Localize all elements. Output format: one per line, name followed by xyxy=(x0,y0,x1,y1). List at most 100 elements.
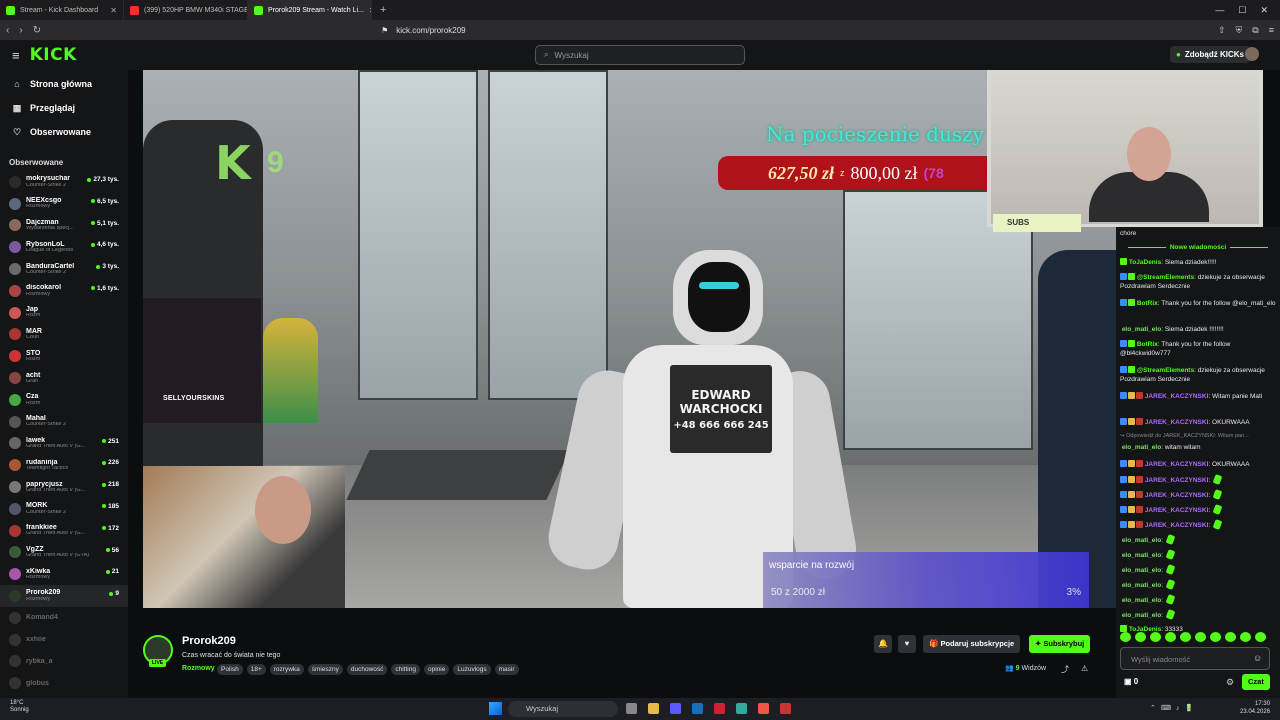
app-icon[interactable] xyxy=(736,703,747,714)
sidebar-channel[interactable]: rudaninja Teamfight Tactics 226 xyxy=(0,454,128,476)
report-icon[interactable]: ⚠ xyxy=(1081,664,1088,673)
chat-username[interactable]: elo_mati_elo xyxy=(1122,612,1161,619)
sidebar-channel[interactable]: xKiwka Rozmowy 21 xyxy=(0,563,128,585)
sidebar-nav-item[interactable]: ⌂ Strona główna xyxy=(0,72,128,96)
sidebar-channel[interactable]: mokrysuchar Counter-Strike 2 27,3 tys. xyxy=(0,171,128,193)
brave-icon[interactable] xyxy=(758,703,769,714)
sidebar-channel[interactable]: Komand4 xyxy=(0,607,128,629)
taskbar-search[interactable]: Wyszukaj xyxy=(508,701,618,717)
chat-username[interactable]: JAREK_KACZYNSKI xyxy=(1145,477,1209,484)
sidebar-channel[interactable]: Dajczman Wydarzenia specj... 5,1 tys. xyxy=(0,215,128,237)
sidebar-channel[interactable]: MORK Counter-Strike 2 185 xyxy=(0,498,128,520)
extensions-icon[interactable]: ⧉ xyxy=(1252,25,1258,36)
sidebar-channel[interactable]: xxhiie xyxy=(0,629,128,651)
stream-tag[interactable]: masir xyxy=(494,664,519,675)
chat-username[interactable]: BotRix xyxy=(1137,300,1158,307)
steam-icon[interactable] xyxy=(692,703,703,714)
file-explorer-icon[interactable] xyxy=(648,703,659,714)
emote-icon[interactable] xyxy=(1195,632,1206,642)
minimize-icon[interactable]: — xyxy=(1215,5,1224,16)
share-icon[interactable]: ⤴ xyxy=(1061,664,1069,675)
sidebar-nav-item[interactable]: ♡ Obserwowane xyxy=(0,120,128,144)
task-view-icon[interactable] xyxy=(626,703,637,714)
emoji-icon[interactable]: ☺ xyxy=(1253,653,1262,663)
forward-icon[interactable]: › xyxy=(19,25,22,36)
chat-username[interactable]: BotRix xyxy=(1137,341,1158,348)
menu-icon[interactable]: ≡ xyxy=(1269,25,1274,36)
windows-start-icon[interactable] xyxy=(489,702,502,715)
close-icon[interactable]: ✕ xyxy=(1260,5,1268,16)
sidebar-channel[interactable]: MAR Coun xyxy=(0,324,128,346)
gear-icon[interactable]: ⚙ xyxy=(1226,677,1234,688)
follow-button[interactable]: ♥ xyxy=(898,635,916,653)
get-kicks-button[interactable]: ● Zdobądź KICKs xyxy=(1170,46,1250,63)
sidebar-channel[interactable]: lawek Grand Theft Auto V (G... 251 xyxy=(0,433,128,455)
clock[interactable]: 17:30 23.04.2026 xyxy=(1240,701,1270,717)
emote-icon[interactable] xyxy=(1255,632,1266,642)
chat-username[interactable]: elo_mati_elo xyxy=(1122,567,1161,574)
sidebar-channel[interactable]: STO Rozm xyxy=(0,345,128,367)
app-icon[interactable] xyxy=(670,703,681,714)
chat-username[interactable]: JAREK_KACZYNSKI xyxy=(1145,461,1209,468)
sidebar-channel[interactable]: paprycjusz Grand Theft Auto V (G... 218 xyxy=(0,476,128,498)
category-link[interactable]: Rozmowy xyxy=(182,665,215,672)
browser-tab[interactable]: Stream - Kick Dashboard ✕ xyxy=(0,0,124,20)
chat-username[interactable]: JAREK_KACZYNSKI xyxy=(1145,419,1209,426)
chat-username[interactable]: ToJaDenis xyxy=(1129,259,1161,266)
chat-send-button[interactable]: Czat xyxy=(1242,674,1270,690)
sidebar-channel[interactable]: RybsonLoL League of Legends 4,6 tys. xyxy=(0,236,128,258)
video-player[interactable]: EDWARD WARCHOCKI +48 666 666 245 K 9 Na … xyxy=(143,70,1116,608)
chat-username[interactable]: JAREK_KACZYNSKI xyxy=(1145,393,1209,400)
browser-tab[interactable]: Prorok209 Stream - Watch Li... ✕ xyxy=(248,0,372,20)
sidebar-channel[interactable]: VgZZ Grand Theft Auto V (GTA) 56 xyxy=(0,542,128,564)
tab-close-icon[interactable]: ✕ xyxy=(110,6,117,15)
chat-username[interactable]: elo_mati_elo xyxy=(1122,537,1161,544)
reload-icon[interactable]: ↻ xyxy=(33,25,41,36)
stream-tag[interactable]: duchowość xyxy=(346,664,388,675)
app-icon[interactable] xyxy=(780,703,791,714)
back-icon[interactable]: ‹ xyxy=(6,25,9,36)
sidebar-channel[interactable]: NEEXcsgo Rozmowy 6,5 tys. xyxy=(0,193,128,215)
chat-username[interactable]: elo_mati_elo xyxy=(1122,326,1161,333)
sidebar-channel[interactable]: frankkiee Grand Theft Auto V (G... 172 xyxy=(0,520,128,542)
chat-username[interactable]: JAREK_KACZYNSKI xyxy=(1145,492,1209,499)
sidebar-channel[interactable]: discokarol Rozmowy 1,6 tys. xyxy=(0,280,128,302)
emote-icon[interactable] xyxy=(1120,632,1131,642)
emote-icon[interactable] xyxy=(1150,632,1161,642)
browser-tab[interactable]: (399) 520HP BMW M340i STAGE 2 // ✕ xyxy=(124,0,248,20)
emote-icon[interactable] xyxy=(1135,632,1146,642)
chat-username[interactable]: elo_mati_elo xyxy=(1122,582,1161,589)
bookmark-icon[interactable]: ⚑ xyxy=(381,26,388,35)
new-messages-divider[interactable]: Nowe wiadomości xyxy=(1120,244,1276,251)
sidebar-channel[interactable]: Mahal Counter-Strike 2 xyxy=(0,411,128,433)
sidebar-channel[interactable]: BanduraCartel Counter-Strike 2 3 tys. xyxy=(0,258,128,280)
sidebar-channel[interactable]: rybka_a xyxy=(0,651,128,673)
maximize-icon[interactable]: ☐ xyxy=(1238,5,1246,16)
chat-username[interactable]: JAREK_KACZYNSKI xyxy=(1145,507,1209,514)
user-avatar[interactable] xyxy=(1245,47,1259,61)
chat-username[interactable]: @StreamElements xyxy=(1137,274,1194,281)
chat-username[interactable]: @StreamElements xyxy=(1137,367,1194,374)
sidebar-channel[interactable]: globus xyxy=(0,672,128,694)
chat-username[interactable]: elo_mati_elo xyxy=(1122,444,1161,451)
emote-icon[interactable] xyxy=(1165,632,1176,642)
sidebar-channel[interactable]: Cza Rozm xyxy=(0,389,128,411)
emote-icon[interactable] xyxy=(1210,632,1221,642)
stream-tag[interactable]: opinie xyxy=(424,664,450,675)
sidebar-channel[interactable]: Prorok209 Rozmowy 9 xyxy=(0,585,128,607)
weather-widget[interactable]: 18°C Sonnig xyxy=(10,700,29,714)
stream-tag[interactable]: Polish xyxy=(217,664,243,675)
kick-logo[interactable]: KICK xyxy=(30,45,77,65)
stream-tag[interactable]: śmieszny xyxy=(307,664,343,675)
stream-tag[interactable]: chitting xyxy=(391,664,420,675)
sidebar-channel[interactable]: acht Gran xyxy=(0,367,128,389)
chat-input[interactable]: Wyślij wiadomość xyxy=(1120,647,1270,670)
url-field[interactable]: ⚑ kick.com/prorok209 xyxy=(381,26,466,35)
emote-icon[interactable] xyxy=(1240,632,1251,642)
subscribe-button[interactable]: ✦ Subskrybuj xyxy=(1029,635,1091,653)
hamburger-menu-icon[interactable]: ≡ xyxy=(12,48,20,63)
streamer-name[interactable]: Prorok209 xyxy=(182,635,236,647)
search-input[interactable]: ⌕ Wyszukaj xyxy=(535,45,745,65)
system-tray[interactable]: ⌃⌨♪🔋 xyxy=(1150,704,1198,712)
stream-tag[interactable]: Luzuvlogs xyxy=(453,664,491,675)
